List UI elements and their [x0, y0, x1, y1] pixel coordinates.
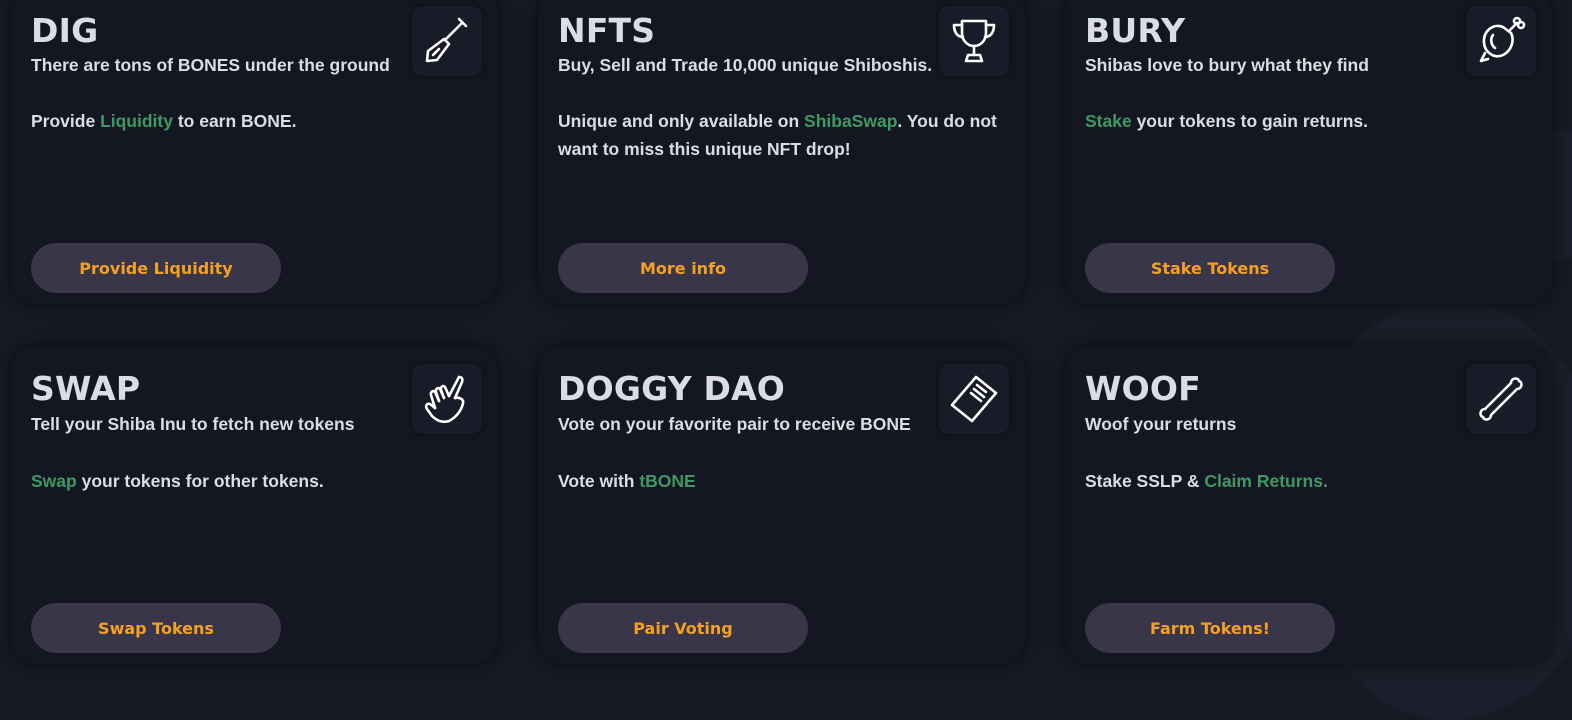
card-doggy-dao: DOGGY DAO Vote on your favorite pair to … — [538, 346, 1025, 664]
card-subtitle: Shibas love to bury what they find — [1085, 55, 1369, 75]
card-dig: DIG There are tons of BONES under the gr… — [11, 0, 498, 304]
card-description: Provide Liquidity to earn BONE. — [31, 107, 471, 135]
shovel-icon — [412, 6, 482, 76]
card-description: Swap your tokens for other tokens. — [31, 467, 471, 495]
description-text: Stake SSLP & — [1085, 471, 1205, 491]
claim-returns-link[interactable]: Claim Returns. — [1204, 471, 1328, 491]
pair-voting-button[interactable]: Pair Voting — [558, 603, 808, 653]
card-bury: BURY Shibas love to bury what they find … — [1065, 0, 1552, 304]
card-title: WOOF — [1085, 369, 1201, 408]
bone-icon — [1466, 364, 1536, 434]
meat-bone-icon — [1466, 6, 1536, 76]
description-text: your tokens to gain returns. — [1131, 111, 1368, 131]
card-description: Vote with tBONE — [558, 467, 998, 495]
card-title: SWAP — [31, 369, 141, 408]
card-description: Unique and only available on ShibaSwap. … — [558, 107, 998, 163]
card-woof: WOOF Woof your returns Stake SSLP & Clai… — [1065, 346, 1552, 664]
description-text: to earn BONE. — [172, 111, 297, 131]
card-subtitle: There are tons of BONES under the ground — [31, 55, 390, 75]
description-text: Provide — [31, 111, 101, 131]
tbone-link[interactable]: tBONE — [639, 471, 695, 491]
card-subtitle: Tell your Shiba Inu to fetch new tokens — [31, 414, 355, 434]
description-text: your tokens for other tokens. — [76, 471, 324, 491]
swap-link[interactable]: Swap — [31, 471, 77, 491]
card-description: Stake your tokens to gain returns. — [1085, 107, 1525, 135]
stake-tokens-button[interactable]: Stake Tokens — [1085, 243, 1335, 293]
description-text: Unique and only available on — [558, 111, 805, 131]
card-nfts: NFTS Buy, Sell and Trade 10,000 unique S… — [538, 0, 1025, 304]
card-title: NFTS — [558, 11, 656, 50]
pointing-hand-icon — [412, 364, 482, 434]
card-subtitle: Woof your returns — [1085, 414, 1237, 434]
card-title: DOGGY DAO — [558, 369, 786, 408]
trophy-icon — [939, 6, 1009, 76]
more-info-button[interactable]: More info — [558, 243, 808, 293]
description-text: Vote with — [558, 471, 640, 491]
card-title: BURY — [1085, 11, 1186, 50]
shibaswap-link[interactable]: ShibaSwap — [804, 111, 897, 131]
card-title: DIG — [31, 11, 99, 50]
swap-tokens-button[interactable]: Swap Tokens — [31, 603, 281, 653]
provide-liquidity-button[interactable]: Provide Liquidity — [31, 243, 281, 293]
card-subtitle: Buy, Sell and Trade 10,000 unique Shibos… — [558, 55, 933, 75]
card-description: Stake SSLP & Claim Returns. — [1085, 467, 1525, 495]
liquidity-link[interactable]: Liquidity — [100, 111, 173, 131]
card-swap: SWAP Tell your Shiba Inu to fetch new to… — [11, 346, 498, 664]
stake-link[interactable]: Stake — [1085, 111, 1132, 131]
ballot-icon — [939, 364, 1009, 434]
card-subtitle: Vote on your favorite pair to receive BO… — [558, 414, 911, 434]
farm-tokens-button[interactable]: Farm Tokens! — [1085, 603, 1335, 653]
